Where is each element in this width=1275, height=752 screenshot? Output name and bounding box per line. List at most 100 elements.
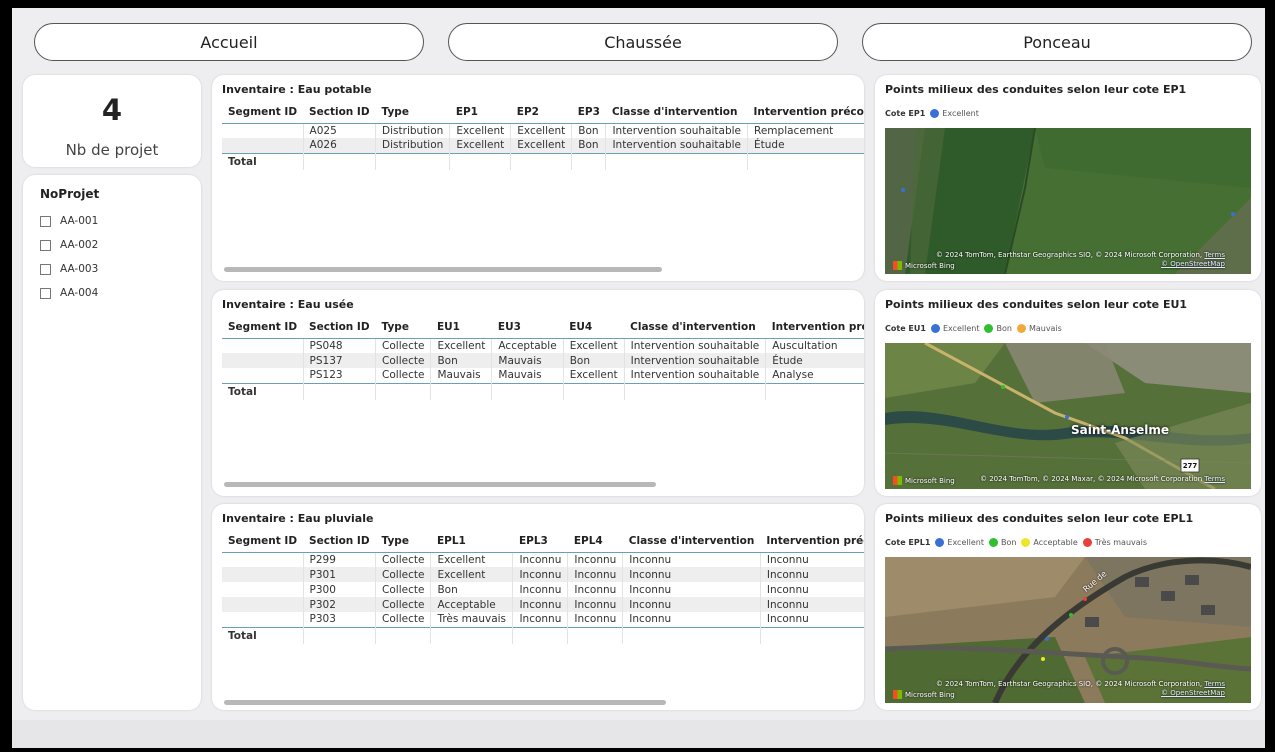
table-row[interactable]: P301 Collecte Excellent Inconnu Inconnu Incon…	[222, 567, 864, 582]
terms-link[interactable]: Terms	[1204, 251, 1225, 259]
table-cell: Intervention souhaitable	[605, 138, 748, 153]
table-cell: Distribution	[375, 138, 450, 153]
horizontal-scrollbar[interactable]	[224, 482, 656, 487]
column-header[interactable]: Section ID	[303, 101, 376, 124]
slicer-title: NoProjet	[40, 187, 100, 201]
map-view[interactable]: Saint-Anselme 277 Microsoft Bing © 2024 …	[885, 343, 1251, 489]
terms-link[interactable]: Terms	[1204, 680, 1225, 688]
table-cell	[222, 138, 304, 153]
map-card-epl1: Points milieux des conduites selon leur …	[875, 504, 1261, 710]
table-row[interactable]: A025 Distribution Excellent Excellent Bon Int…	[222, 123, 864, 138]
column-header[interactable]: EP2	[510, 101, 572, 124]
checkbox[interactable]	[40, 215, 51, 227]
legend-dot	[1082, 538, 1092, 547]
table-cell: Collecte	[375, 567, 431, 582]
column-header[interactable]: EU1	[430, 316, 492, 339]
legend-title: Cote EPL1	[885, 538, 931, 547]
table-cell	[222, 597, 304, 612]
slicer-item-aa-001[interactable]: AA-001	[40, 209, 98, 233]
table-row[interactable]: P302 Collecte Acceptable Inconnu Inconnu Inco…	[222, 597, 864, 612]
table-row[interactable]: P299 Collecte Excellent Inconnu Inconnu Incon…	[222, 552, 864, 567]
column-header[interactable]: Classe d'intervention	[624, 316, 766, 339]
table-title: Inventaire : Eau usée	[222, 298, 354, 311]
legend-item: Acceptable	[1021, 538, 1078, 547]
table-row[interactable]: PS137 Collecte Bon Mauvais Bon Intervention s…	[222, 353, 864, 368]
column-header[interactable]: EU4	[563, 316, 625, 339]
road-number-label: 277	[1182, 462, 1198, 470]
nav-accueil-button[interactable]: Accueil	[34, 23, 424, 61]
header-row: Segment ID Section ID Type EP1 EP2 EP3 C…	[222, 101, 864, 124]
column-header[interactable]: EPL4	[567, 530, 623, 553]
nav-ponceau-button[interactable]: Ponceau	[862, 23, 1252, 61]
table-cell: Intervention souhaitable	[623, 338, 766, 353]
column-header[interactable]: Segment ID	[222, 530, 304, 553]
column-header[interactable]: Classe d'intervention	[605, 101, 748, 124]
table-cell: Excellent	[510, 123, 572, 138]
legend-label: Acceptable	[1033, 538, 1078, 547]
column-header[interactable]: Intervention préconisée	[747, 101, 864, 124]
column-header[interactable]: Type	[375, 316, 431, 339]
table-title: Inventaire : Eau potable	[222, 83, 372, 96]
table-cell: P302	[302, 597, 376, 612]
column-header[interactable]: Section ID	[303, 316, 376, 339]
legend-label: Excellent	[942, 324, 980, 333]
terms-link[interactable]: Terms	[1204, 475, 1225, 483]
column-header[interactable]: EPL3	[512, 530, 568, 553]
column-header[interactable]: EU3	[491, 316, 564, 339]
table-row[interactable]: PS123 Collecte Mauvais Mauvais Excellent Inte…	[222, 368, 864, 383]
checkbox[interactable]	[40, 239, 51, 251]
legend-label: Excellent	[947, 538, 984, 547]
table-cell	[222, 552, 303, 567]
table-row[interactable]: P303 Collecte Très mauvais Inconnu Inconnu In…	[222, 612, 864, 627]
map-view[interactable]: Rue de Microsoft Bing © 2024 TomTom, Ear…	[885, 557, 1251, 703]
table-cell: Inconnu	[759, 597, 864, 612]
bing-attribution: Microsoft Bing	[893, 476, 955, 485]
column-header[interactable]: Type	[375, 101, 450, 124]
slicer-item-aa-003[interactable]: AA-003	[40, 257, 98, 281]
column-header[interactable]: Segment ID	[222, 101, 304, 124]
table-cell: Inconnu	[759, 612, 864, 627]
slicer-item-aa-002[interactable]: AA-002	[40, 233, 98, 257]
table-cell: Inconnu	[567, 597, 623, 612]
table-cell: Bon	[571, 123, 606, 138]
table-cell: P299	[302, 552, 376, 567]
horizontal-scrollbar[interactable]	[224, 267, 662, 272]
legend-title: Cote EP1	[885, 109, 926, 118]
attribution-text: © 2024 TomTom, © 2024 Maxar, © 2024 Micr…	[980, 475, 1203, 483]
column-header[interactable]: Segment ID	[222, 316, 304, 339]
table-row[interactable]: P300 Collecte Bon Inconnu Inconnu Inconnu Inco…	[222, 582, 864, 597]
legend-label: Très mauvais	[1094, 538, 1148, 547]
map-view[interactable]: Microsoft Bing © 2024 TomTom, Earthstar …	[885, 128, 1251, 274]
column-header[interactable]: Intervention préconi	[765, 316, 864, 339]
osm-link[interactable]: © OpenStreetMap	[1161, 260, 1225, 268]
legend-dot	[984, 324, 994, 333]
column-header[interactable]: Intervention préconisée	[760, 530, 864, 553]
nav-chaussee-button[interactable]: Chaussée	[448, 23, 838, 61]
column-header[interactable]: EPL1	[430, 530, 513, 553]
column-header[interactable]: Type	[375, 530, 431, 553]
inventory-table: Segment ID Section ID Type EU1 EU3 EU4 C…	[222, 316, 864, 400]
table-cell	[222, 612, 303, 627]
osm-link[interactable]: © OpenStreetMap	[1161, 689, 1225, 697]
table-cell: Inconnu	[622, 552, 761, 567]
table-cell: Bon	[562, 353, 625, 368]
column-header[interactable]: EP1	[449, 101, 511, 124]
legend-item: Excellent	[930, 109, 979, 118]
slicer-item-label: AA-002	[60, 239, 99, 251]
table-cell	[222, 123, 303, 138]
table-cell	[222, 582, 303, 597]
checkbox[interactable]	[40, 287, 51, 299]
kpi-card: 4 Nb de projet	[23, 75, 201, 167]
table-row[interactable]: PS048 Collecte Excellent Acceptable Excellen…	[222, 338, 864, 353]
table-row[interactable]: A026 Distribution Excellent Excellent Bon Int…	[222, 138, 864, 153]
column-header[interactable]: Section ID	[303, 530, 376, 553]
legend-item: Très mauvais	[1082, 538, 1148, 547]
checkbox[interactable]	[40, 263, 51, 275]
map-legend: Cote EPL1 Excellent Bon Acceptable Très …	[885, 538, 1152, 547]
column-header[interactable]: Classe d'intervention	[622, 530, 761, 553]
column-header[interactable]: EP3	[571, 101, 606, 124]
table-cell: Collecte	[375, 353, 431, 368]
table-cell: Inconnu	[759, 567, 864, 582]
horizontal-scrollbar[interactable]	[224, 700, 666, 705]
slicer-item-aa-004[interactable]: AA-004	[40, 281, 98, 305]
